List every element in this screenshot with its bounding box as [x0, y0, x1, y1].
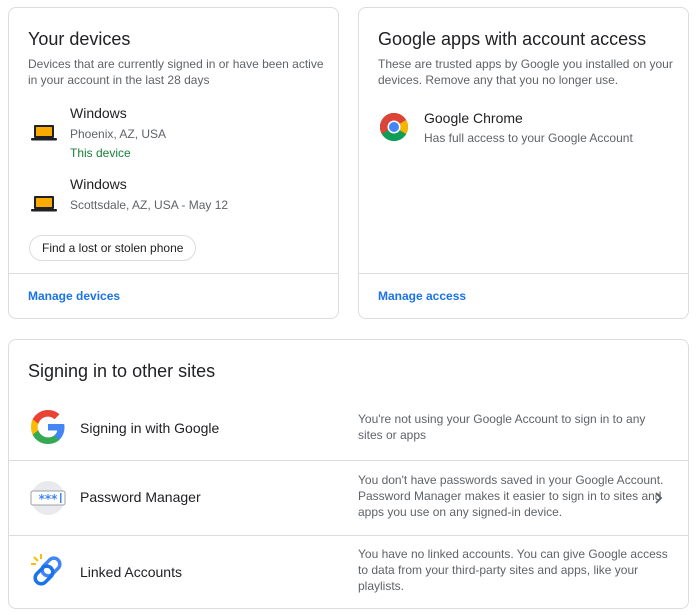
- signin-card: Signing in to other sites Signing in wit…: [8, 339, 689, 609]
- signin-with-google-row[interactable]: Signing in with Google You're not using …: [9, 400, 688, 460]
- devices-divider: [9, 273, 338, 274]
- signin-with-google-label: Signing in with Google: [80, 420, 220, 436]
- device-item-scottsdale[interactable]: Windows Scottsdale, AZ, USA - May 12: [9, 176, 338, 232]
- signin-with-google-desc: You're not using your Google Account to …: [358, 412, 646, 442]
- find-lost-phone-button[interactable]: Find a lost or stolen phone: [29, 235, 197, 261]
- device-location: Scottsdale, AZ, USA - May 12: [70, 198, 229, 212]
- linked-accounts-desc: You have no linked accounts. You can giv…: [358, 547, 668, 593]
- apps-divider: [359, 273, 688, 274]
- device-location: Phoenix, AZ, USA: [70, 127, 167, 141]
- chevron-right-icon[interactable]: [651, 491, 665, 505]
- svg-text:***: ***: [39, 492, 59, 506]
- device-item-phoenix[interactable]: Windows Phoenix, AZ, USA This device: [9, 105, 338, 161]
- laptop-icon: [31, 196, 57, 212]
- device-name: Windows: [70, 176, 127, 192]
- devices-description: Devices that are currently signed in or …: [28, 57, 324, 87]
- apps-card: Google apps with account access These ar…: [358, 7, 689, 319]
- devices-card: Your devices Devices that are currently …: [8, 7, 339, 319]
- app-name: Google Chrome: [424, 110, 523, 126]
- manage-access-link[interactable]: Manage access: [378, 289, 466, 303]
- password-manager-row[interactable]: *** Password Manager You don't have pass…: [9, 461, 688, 535]
- password-manager-icon: ***: [30, 481, 66, 515]
- devices-title: Your devices: [28, 29, 131, 49]
- apps-description: These are trusted apps by Google you ins…: [378, 57, 673, 87]
- apps-title: Google apps with account access: [378, 29, 647, 49]
- app-access-text: Has full access to your Google Account: [424, 131, 633, 145]
- password-manager-label: Password Manager: [80, 489, 201, 505]
- linked-accounts-icon: [31, 554, 62, 586]
- linked-accounts-label: Linked Accounts: [80, 564, 182, 580]
- device-name: Windows: [70, 105, 127, 121]
- password-manager-desc: You don't have passwords saved in your G…: [358, 473, 664, 519]
- laptop-icon: [31, 125, 57, 141]
- manage-devices-link[interactable]: Manage devices: [28, 289, 120, 303]
- chrome-icon: [380, 113, 408, 141]
- signin-title: Signing in to other sites: [28, 361, 216, 381]
- google-g-icon: [31, 410, 65, 444]
- linked-accounts-row[interactable]: Linked Accounts You have no linked accou…: [9, 536, 688, 608]
- this-device-label: This device: [70, 146, 131, 160]
- app-item-chrome[interactable]: Google Chrome Has full access to your Go…: [359, 108, 688, 152]
